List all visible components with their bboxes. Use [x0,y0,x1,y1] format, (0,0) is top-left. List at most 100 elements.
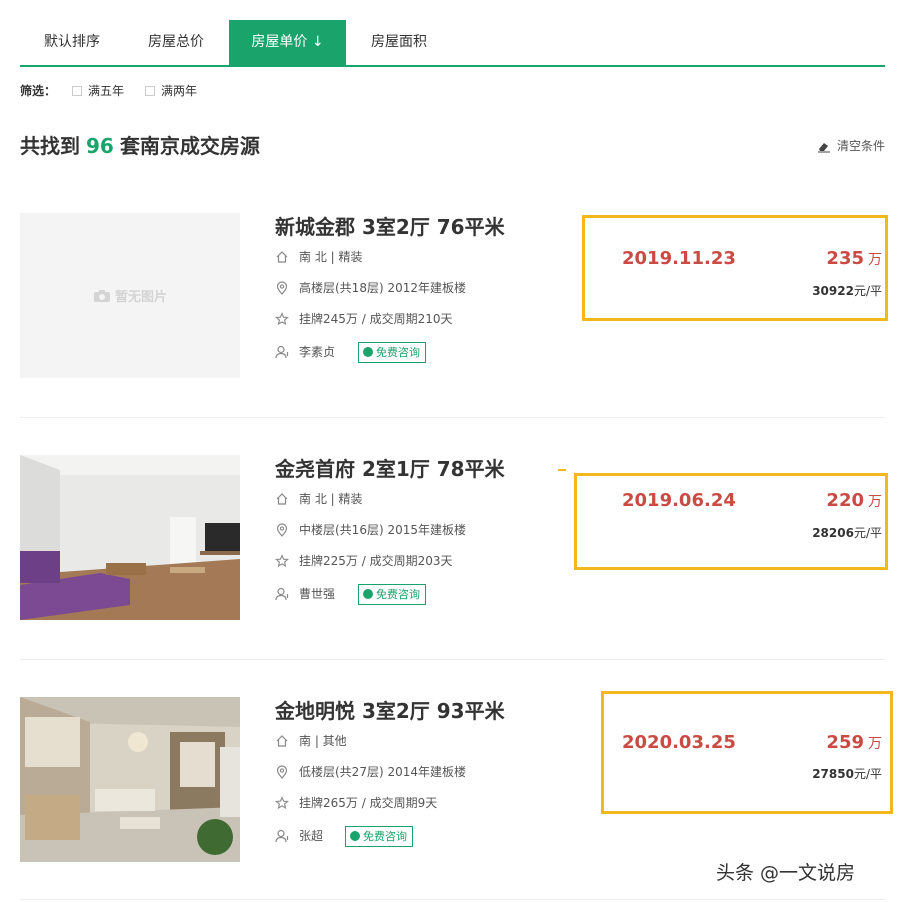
result-summary: 共找到 96 套南京成交房源 [20,130,260,159]
total-price-value: 220 [826,490,864,511]
house-icon [276,735,288,747]
listing-title[interactable]: 新城金郡 3室2厅 76平米 [275,211,505,240]
total-price-unit: 万 [868,252,882,268]
agent-name[interactable]: 张超 [299,828,323,844]
tab-label: 房屋总价 [148,34,204,50]
location-pin-icon [276,765,288,779]
star-icon [275,554,289,568]
total-price: 235 万 [826,248,882,269]
position-info-text: 低楼层(共27层) 2014年建板楼 [299,765,466,779]
filter-option-five-years[interactable]: 满五年 [88,82,124,100]
deal-info: 挂牌265万 / 成交周期9天 [275,795,525,811]
agent-name[interactable]: 李素贞 [299,344,335,360]
free-consult-button[interactable]: 免费咨询 [358,584,426,605]
listing-title[interactable]: 金尧首府 2室1厅 78平米 [275,453,505,482]
clear-filters-label: 清空条件 [836,139,885,153]
house-info: 南 北 | 精装 [275,249,525,265]
listing-divider [20,659,885,660]
tab-default-sort[interactable]: 默认排序 [20,20,124,65]
tab-label: 房屋面积 [371,34,427,50]
deal-info: 挂牌245万 / 成交周期210天 [275,311,525,327]
total-price-value: 235 [826,248,864,269]
total-price-unit: 万 [868,494,882,510]
house-info-text: 南 | 其他 [299,734,347,748]
person-icon [275,345,289,359]
eraser-icon [817,143,830,153]
position-info: 中楼层(共16层) 2015年建板楼 [275,522,525,538]
camera-icon [93,289,110,302]
agent-name[interactable]: 曹世强 [299,586,335,602]
free-consult-button[interactable]: 免费咨询 [345,826,413,847]
living-room-photo [20,697,240,862]
unit-price-value: 27850 [812,767,854,781]
unit-price-suffix: 元/平 [853,284,882,298]
consult-label: 免费咨询 [376,346,420,359]
chat-bubble-icon [350,831,360,841]
deal-info-text: 挂牌225万 / 成交周期203天 [299,554,453,568]
listing-photo[interactable] [20,697,240,862]
tab-unit-price[interactable]: 房屋单价 ↓ [229,20,346,65]
total-price: 259 万 [826,732,882,753]
listing-divider [20,417,885,418]
price-highlight-box [574,473,888,570]
chat-bubble-icon [363,589,373,599]
living-room-photo [20,455,240,620]
location-pin-icon [276,523,288,537]
sort-desc-arrow-icon: ↓ [311,34,324,50]
unit-price-suffix: 元/平 [853,526,882,540]
position-info-text: 中楼层(共16层) 2015年建板楼 [299,523,466,537]
star-icon [275,796,289,810]
total-price-value: 259 [826,732,864,753]
listing-photo[interactable] [20,455,240,620]
listing-photo[interactable]: 暂无图片 [20,213,240,378]
deal-date: 2020.03.25 [622,732,736,753]
house-info-text: 南 北 | 精装 [299,492,363,506]
person-icon [275,587,289,601]
house-info: 南 | 其他 [275,733,525,749]
source-watermark: 头条 @一文说房 [716,862,856,884]
chat-bubble-icon [363,347,373,357]
tab-label: 房屋单价 [251,34,308,50]
deal-info-text: 挂牌245万 / 成交周期210天 [299,312,453,326]
tab-label: 默认排序 [44,34,100,50]
house-info-text: 南 北 | 精装 [299,250,363,264]
position-info-text: 高楼层(共18层) 2012年建板楼 [299,281,466,295]
filter-option-two-years[interactable]: 满两年 [161,82,197,100]
unit-price: 30922元/平 [812,282,882,299]
tab-area[interactable]: 房屋面积 [347,20,451,65]
consult-label: 免费咨询 [376,588,420,601]
free-consult-button[interactable]: 免费咨询 [358,342,426,363]
consult-label: 免费咨询 [363,830,407,843]
house-icon [276,493,288,505]
house-icon [276,251,288,263]
result-prefix: 共找到 [20,134,80,158]
sort-tabs: 默认排序 房屋总价 房屋单价 ↓ 房屋面积 [20,20,885,67]
unit-price-suffix: 元/平 [853,767,882,781]
filter-checkbox-two-years[interactable] [145,86,155,96]
unit-price: 28206元/平 [812,524,882,541]
location-pin-icon [276,281,288,295]
tab-total-price[interactable]: 房屋总价 [124,20,228,65]
highlight-mark [558,469,566,471]
no-image-text: 暂无图片 [114,290,167,305]
unit-price-value: 30922 [812,284,854,298]
clear-filters-button[interactable]: 清空条件 [817,138,885,154]
star-icon [275,312,289,326]
listing-divider [20,899,885,900]
house-info: 南 北 | 精装 [275,491,525,507]
total-price-unit: 万 [868,736,882,752]
agent-info: 李素贞 免费咨询 [275,342,525,363]
deal-date: 2019.11.23 [622,248,736,269]
filter-label: 筛选： [20,84,57,98]
result-suffix: 套南京成交房源 [119,134,260,158]
result-count: 96 [86,134,114,158]
listing-title[interactable]: 金地明悦 3室2厅 93平米 [275,695,505,724]
position-info: 高楼层(共18层) 2012年建板楼 [275,280,525,296]
deal-date: 2019.06.24 [622,490,736,511]
total-price: 220 万 [826,490,882,511]
agent-info: 张超 免费咨询 [275,826,525,847]
filter-checkbox-five-years[interactable] [72,86,82,96]
person-icon [275,829,289,843]
no-image-placeholder: 暂无图片 [20,213,240,378]
position-info: 低楼层(共27层) 2014年建板楼 [275,764,525,780]
